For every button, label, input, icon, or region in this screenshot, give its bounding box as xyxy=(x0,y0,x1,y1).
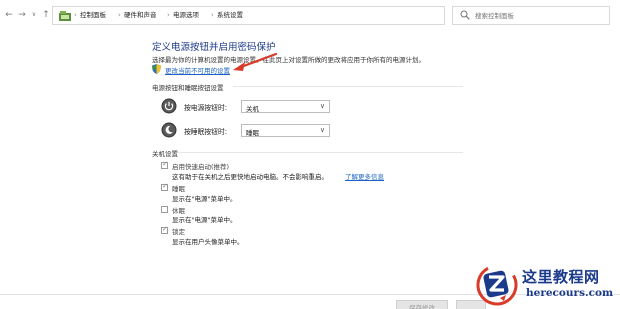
sleep-icon xyxy=(161,122,177,138)
breadcrumb-system-settings[interactable]: 系统设置 xyxy=(217,7,243,24)
red-arrow-annotation xyxy=(233,52,278,71)
fast-startup-checkbox[interactable] xyxy=(161,160,168,169)
shutdown-section-label: 关机设置 xyxy=(152,150,178,158)
search-box[interactable] xyxy=(452,6,610,25)
chevron-down-icon: ∨ xyxy=(319,126,325,134)
site-watermark: 这里教程网 herecours.com xyxy=(474,262,620,309)
page-description: 选择最为你的计算机设置的电源设置。在此页上对设置所做的更改将应用于你所有的电源计… xyxy=(152,56,425,64)
sleep-button-select[interactable]: 睡眠 ∨ xyxy=(241,124,330,137)
hibernate-option-description: 显示在"电源"菜单中。 xyxy=(172,216,237,224)
watermark-url: herecours.com xyxy=(526,287,614,299)
breadcrumb-separator: › xyxy=(167,11,170,19)
address-field[interactable]: › 控制面板 › 硬件和声音 › 电源选项 › 系统设置 ∨ ↻ xyxy=(52,6,491,25)
breadcrumb-hardware-sound[interactable]: 硬件和声音 xyxy=(124,7,157,24)
breadcrumb-control-panel[interactable]: 控制面板 xyxy=(80,7,106,24)
section-divider xyxy=(178,152,463,153)
sleep-option-description: 显示在"电源"菜单中。 xyxy=(172,195,237,203)
back-arrow-icon[interactable]: ← xyxy=(4,10,14,20)
sleep-button-label: 按睡眠按钮时: xyxy=(184,128,228,136)
breadcrumb-separator: › xyxy=(74,11,77,19)
lock-option-description: 显示在用户头像菜单中。 xyxy=(172,238,244,246)
learn-more-link[interactable]: 了解更多信息 xyxy=(345,171,384,181)
chevron-down-icon: ∨ xyxy=(319,102,325,110)
page-title: 定义电源按钮并启用密码保护 xyxy=(152,42,276,53)
sleep-checkbox[interactable] xyxy=(161,182,168,191)
fast-startup-description: 这有助于在关机之后更快地启动电脑。不会影响重启。 xyxy=(172,173,328,181)
power-button-label: 按电源按钮时: xyxy=(184,104,228,112)
watermark-logo-icon xyxy=(476,264,518,306)
power-button-value: 关机 xyxy=(246,105,259,113)
unlock-settings-link[interactable]: 更改当前不可用的设置 xyxy=(165,65,230,75)
breadcrumb-power-options[interactable]: 电源选项 xyxy=(173,7,199,24)
section-divider xyxy=(233,86,463,87)
uac-shield-icon xyxy=(152,64,161,74)
power-icon xyxy=(161,98,177,114)
save-changes-button[interactable]: 保存修改 xyxy=(396,300,448,309)
power-button-select[interactable]: 关机 ∨ xyxy=(241,100,330,113)
search-icon xyxy=(460,10,470,20)
control-panel-icon xyxy=(59,11,71,21)
sleep-option-label: 睡眠 xyxy=(172,185,185,193)
forward-arrow-icon[interactable]: → xyxy=(17,10,27,20)
breadcrumb-separator: › xyxy=(211,11,214,19)
breadcrumb-separator: › xyxy=(118,11,121,19)
sleep-button-value: 睡眠 xyxy=(246,129,259,137)
watermark-title: 这里教程网 xyxy=(522,268,600,286)
recent-chevron-icon[interactable]: ∨ xyxy=(29,10,39,20)
search-input[interactable] xyxy=(475,9,605,22)
lock-checkbox[interactable] xyxy=(161,225,168,234)
up-arrow-icon[interactable]: ↑ xyxy=(41,10,51,20)
hibernate-checkbox[interactable] xyxy=(161,206,168,213)
power-buttons-section-label: 电源按钮和睡眠按钮设置 xyxy=(152,84,224,92)
fast-startup-label: 启用快速启动(推荐) xyxy=(172,163,230,171)
lock-option-label: 锁定 xyxy=(172,228,185,236)
address-toolbar: ← → ∨ ↑ › 控制面板 › 硬件和声音 › 电源选项 › 系统设置 ∨ ↻ xyxy=(0,0,620,32)
